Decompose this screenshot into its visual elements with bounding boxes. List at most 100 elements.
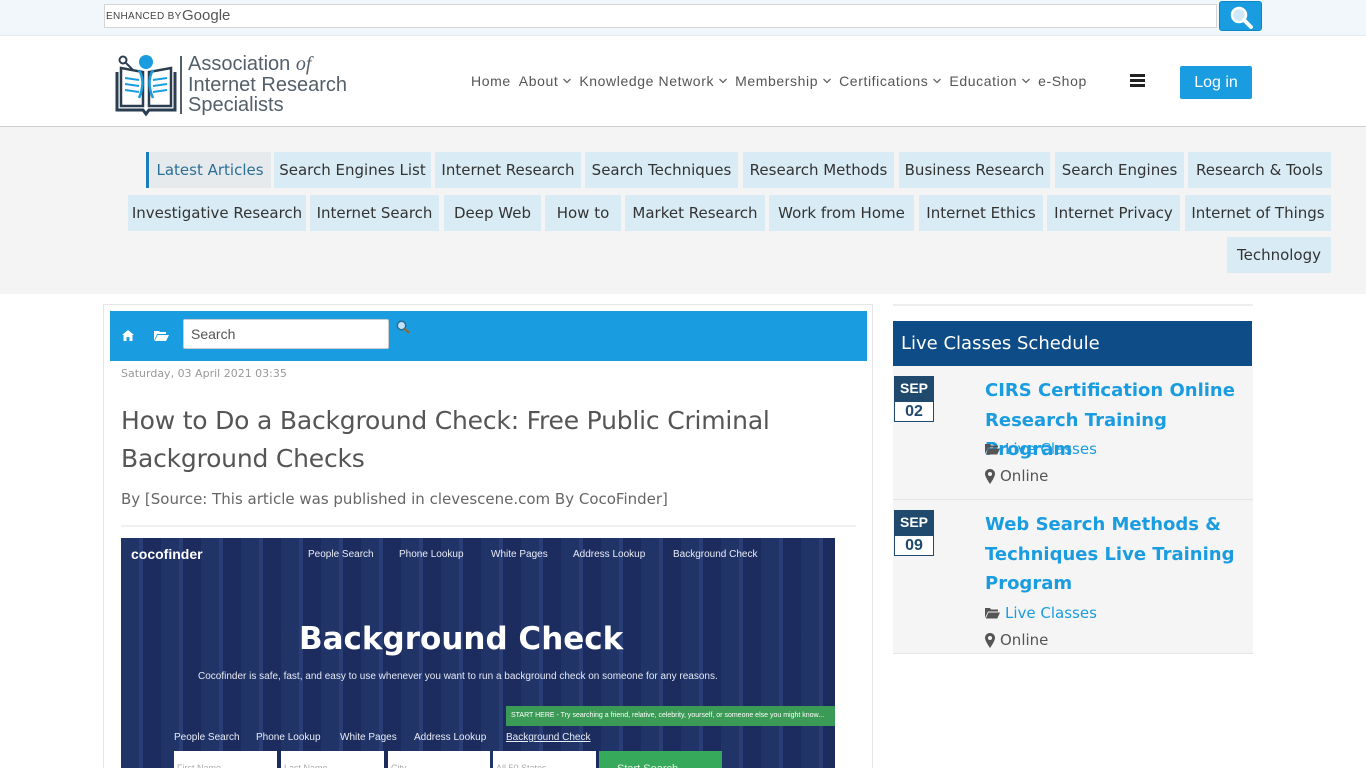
hero-nav-item: Background Check [673,549,758,560]
hero-field: First Name [174,751,277,768]
article-panel: Search Saturday, 03 April 2021 03:35 How… [103,304,873,768]
search-icon [1230,6,1253,29]
folder-open-icon[interactable] [154,330,169,341]
nav-item-e-shop[interactable]: e-Shop [1038,73,1087,89]
tag-search-engines[interactable]: Search Engines [1055,152,1184,188]
folder-icon [985,444,1000,455]
nav-item-label: Education [949,73,1018,89]
sidebar-divider [893,304,1253,306]
article-title[interactable]: How to Do a Background Check: Free Publi… [121,402,861,478]
hero-start-here: START HERE - Try searching a friend, rel… [506,706,835,726]
site-logo[interactable]: Association of Internet Research Special… [113,52,363,118]
logo-line2: Internet Research [188,73,347,96]
article-hero-image: cocofinder People Search Phone Lookup Wh… [121,538,835,768]
sidebar-heading: Live Classes Schedule [893,321,1252,366]
google-search-input-wrap[interactable]: ENHANCED BY Google [104,4,1217,28]
site-header: Association of Internet Research Special… [0,36,1366,127]
event-location: Online [985,467,1048,485]
logo-line1: Association [188,53,291,75]
map-marker-icon [985,632,995,648]
chevron-down-icon [719,76,728,86]
tag-latest-articles[interactable]: Latest Articles [146,152,271,188]
nav-item-knowledge-network[interactable]: Knowledge Network [579,73,728,89]
event-category-link[interactable]: Live Classes [1005,440,1097,458]
tag-internet-ethics[interactable]: Internet Ethics [919,195,1043,231]
nav-item-label: Membership [735,73,819,89]
chevron-down-icon [933,76,942,86]
logo-book-icon [115,55,177,117]
nav-item-label: e-Shop [1038,73,1087,89]
nav-item-label: About [518,73,559,89]
google-search-button[interactable] [1219,1,1262,31]
hamburger-menu-icon[interactable] [1130,74,1145,87]
login-button[interactable]: Log in [1180,66,1252,99]
event-category-link[interactable]: Live Classes [1005,604,1097,622]
folder-icon [985,608,1000,619]
hero-nav-item: People Search [308,549,374,560]
tag-internet-of-things[interactable]: Internet of Things [1185,195,1331,231]
tag-market-research[interactable]: Market Research [625,195,765,231]
event-location: Online [985,631,1048,649]
logo-of: of [295,53,312,75]
article-byline: By [Source: This article was published i… [121,490,668,508]
hero-link: Address Lookup [414,732,487,743]
tag-how-to[interactable]: How to [545,195,621,231]
event-location-text: Online [1000,467,1049,485]
byline-divider [121,525,856,527]
nav-item-about[interactable]: About [519,73,572,89]
hero-nav-item: White Pages [491,549,548,560]
nav-item-certifications[interactable]: Certifications [839,73,942,89]
hero-title: Background Check [299,621,624,657]
hero-link: People Search [174,732,240,743]
nav-item-label: Knowledge Network [579,73,715,89]
home-icon[interactable] [122,330,134,341]
hero-brand: cocofinder [131,546,203,562]
logo-text: Association of Internet Research Special… [188,54,347,116]
chevron-down-icon [563,76,572,86]
event-month: SEP [894,376,934,401]
article-toolbar: Search [110,311,867,361]
event-item: SEP 02 CIRS Certification Online Researc… [893,366,1253,500]
hero-link: Background Check [506,732,591,743]
event-day: 02 [894,401,934,422]
enhanced-by-label: ENHANCED BY [106,11,182,22]
tag-internet-privacy[interactable]: Internet Privacy [1047,195,1180,231]
article-search-input[interactable]: Search [183,319,389,349]
tag-internet-search[interactable]: Internet Search [310,195,439,231]
hero-field: All 50 States [493,751,596,768]
event-location-text: Online [1000,631,1049,649]
nav-item-membership[interactable]: Membership [735,73,832,89]
hero-link: Phone Lookup [256,732,321,743]
magnifier-icon[interactable] [396,320,410,334]
tag-deep-web[interactable]: Deep Web [444,195,541,231]
nav-item-label: Home [471,73,511,89]
tag-search-engines-list[interactable]: Search Engines List [274,152,431,188]
tag-search-techniques[interactable]: Search Techniques [585,152,738,188]
event-item: SEP 09 Web Search Methods & Techniques L… [893,500,1253,654]
google-search-bar: ENHANCED BY Google [0,0,1366,36]
hero-button: Start Search [599,751,722,768]
tag-work-from-home[interactable]: Work from Home [769,195,914,231]
tag-internet-research[interactable]: Internet Research [435,152,581,188]
tag-research-methods[interactable]: Research Methods [743,152,894,188]
tag-investigative-research[interactable]: Investigative Research [128,195,306,231]
chevron-down-icon [823,76,832,86]
tag-business-research[interactable]: Business Research [899,152,1050,188]
event-category: Live Classes [985,440,1097,458]
chevron-down-icon [1022,76,1031,86]
hero-field: City [388,751,490,768]
hero-nav-item: Address Lookup [573,549,646,560]
event-title[interactable]: Web Search Methods & Techniques Live Tra… [985,510,1240,599]
hero-field: Last Name [281,751,384,768]
tag-research-tools[interactable]: Research & Tools [1188,152,1331,188]
tag-technology[interactable]: Technology [1227,237,1331,273]
nav-item-home[interactable]: Home [471,73,511,89]
event-date-badge: SEP 02 [894,376,934,422]
google-search-input[interactable] [255,7,1205,25]
event-day: 09 [894,535,934,556]
hero-link: White Pages [340,732,397,743]
google-logo: Google [182,7,231,24]
category-tags: Latest Articles Search Engines List Intern… [0,127,1366,294]
hero-subtitle: Cocofinder is safe, fast, and easy to us… [198,671,718,682]
nav-item-education[interactable]: Education [949,73,1031,89]
